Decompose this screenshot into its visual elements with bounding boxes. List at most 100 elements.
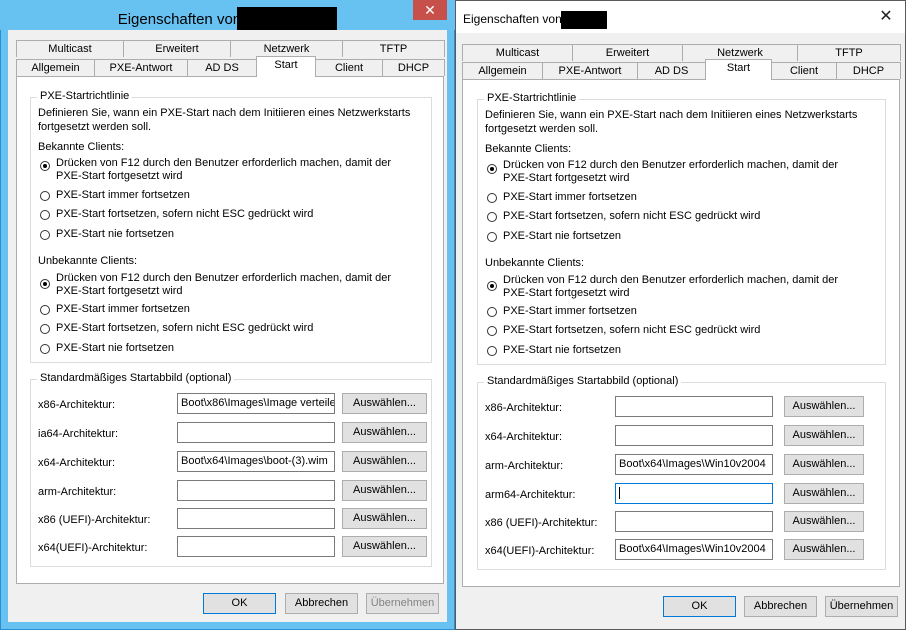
default-boot-image-group: Standardmäßiges Startabbild (optional) x…	[30, 372, 432, 567]
known-never-radio[interactable]	[487, 232, 497, 242]
tab-multicast[interactable]: Multicast	[462, 44, 573, 61]
ok-button[interactable]: OK	[663, 596, 736, 617]
unknown-esc-label[interactable]: PXE-Start fortsetzen, sofern nicht ESC g…	[503, 324, 760, 336]
cancel-button[interactable]: Abbrechen	[744, 596, 817, 617]
arch-input-x86-uefi[interactable]	[177, 508, 335, 529]
known-f12-radio[interactable]	[487, 164, 497, 174]
close-button[interactable]: ✕	[875, 7, 897, 27]
unknown-never-label[interactable]: PXE-Start nie fortsetzen	[503, 344, 621, 356]
unknown-always-radio[interactable]	[40, 305, 50, 315]
unknown-f12-label-1[interactable]: Drücken von F12 durch den Benutzer erfor…	[503, 274, 838, 286]
tab-start[interactable]: Start	[705, 59, 772, 80]
known-esc-radio[interactable]	[40, 210, 50, 220]
known-esc-label[interactable]: PXE-Start fortsetzen, sofern nicht ESC g…	[503, 210, 760, 222]
tab-dhcp[interactable]: DHCP	[836, 62, 901, 79]
select-button-x86-uefi[interactable]: Auswählen...	[342, 508, 427, 529]
arch-label-x86-uefi: x86 (UEFI)-Architektur:	[38, 514, 151, 526]
close-button[interactable]: ✕	[413, 0, 447, 20]
select-button-x86[interactable]: Auswählen...	[784, 396, 864, 417]
arch-label-x64: x64-Architektur:	[38, 457, 116, 469]
known-always-radio[interactable]	[40, 191, 50, 201]
tab-allgemein[interactable]: Allgemein	[462, 62, 543, 79]
select-button-arm[interactable]: Auswählen...	[784, 454, 864, 475]
known-f12-radio[interactable]	[40, 161, 50, 171]
unknown-f12-radio[interactable]	[40, 279, 50, 289]
known-f12-label-1[interactable]: Drücken von F12 durch den Benutzer erfor…	[503, 159, 838, 171]
arch-input-x64-uefi[interactable]	[177, 536, 335, 557]
right-dialog: Eigenschaften von ✕ Multicast Erweitert …	[455, 0, 906, 630]
group-title: Standardmäßiges Startabbild (optional)	[37, 372, 235, 384]
tab-multicast[interactable]: Multicast	[16, 40, 124, 57]
tab-pxe-antwort[interactable]: PXE-Antwort	[542, 62, 638, 79]
known-always-label[interactable]: PXE-Start immer fortsetzen	[56, 189, 190, 201]
arch-input-arm[interactable]	[177, 480, 335, 501]
arch-input-x86-uefi[interactable]	[615, 511, 773, 532]
unknown-f12-label-1[interactable]: Drücken von F12 durch den Benutzer erfor…	[56, 272, 391, 284]
title-bar[interactable]: Eigenschaften von ✕	[456, 1, 905, 33]
select-button-x86-uefi[interactable]: Auswählen...	[784, 511, 864, 532]
known-f12-label-2[interactable]: PXE-Start fortgesetzt wird	[503, 172, 630, 184]
tab-tftp[interactable]: TFTP	[797, 44, 901, 61]
arch-input-x64-uefi[interactable]: Boot\x64\Images\Win10v2004	[615, 539, 773, 560]
tab-pane-start: PXE-Startrichtlinie Definieren Sie, wann…	[462, 79, 900, 587]
unknown-always-label[interactable]: PXE-Start immer fortsetzen	[503, 305, 637, 317]
unknown-never-radio[interactable]	[40, 344, 50, 354]
tab-ad-ds[interactable]: AD DS	[187, 59, 257, 76]
unknown-never-radio[interactable]	[487, 346, 497, 356]
arch-input-x86[interactable]	[615, 396, 773, 417]
tab-netzwerk[interactable]: Netzwerk	[230, 40, 343, 57]
unknown-always-label[interactable]: PXE-Start immer fortsetzen	[56, 303, 190, 315]
unknown-esc-radio[interactable]	[487, 326, 497, 336]
tab-ad-ds[interactable]: AD DS	[637, 62, 706, 79]
known-f12-label-2[interactable]: PXE-Start fortgesetzt wird	[56, 170, 183, 182]
tab-erweitert[interactable]: Erweitert	[572, 44, 683, 61]
known-never-label[interactable]: PXE-Start nie fortsetzen	[56, 228, 174, 240]
title-bar[interactable]: Eigenschaften von ✕	[0, 0, 455, 33]
select-button-arm64[interactable]: Auswählen...	[784, 483, 864, 504]
select-button-ia64[interactable]: Auswählen...	[342, 422, 427, 443]
tab-allgemein[interactable]: Allgemein	[16, 59, 95, 76]
apply-button[interactable]: Übernehmen	[825, 596, 898, 617]
description-line-2: fortgesetzt werden soll.	[485, 123, 599, 135]
unknown-f12-label-2[interactable]: PXE-Start fortgesetzt wird	[503, 287, 630, 299]
select-button-x64[interactable]: Auswählen...	[784, 425, 864, 446]
cancel-button[interactable]: Abbrechen	[285, 593, 358, 614]
known-always-label[interactable]: PXE-Start immer fortsetzen	[503, 191, 637, 203]
tab-row-upper: Multicast Erweitert Netzwerk TFTP	[462, 44, 901, 62]
tab-tftp[interactable]: TFTP	[342, 40, 445, 57]
tab-client[interactable]: Client	[771, 62, 837, 79]
arch-input-x64[interactable]	[615, 425, 773, 446]
tab-start[interactable]: Start	[256, 56, 316, 77]
known-never-label[interactable]: PXE-Start nie fortsetzen	[503, 230, 621, 242]
arch-input-x64[interactable]: Boot\x64\Images\boot-(3).wim	[177, 451, 335, 472]
known-esc-radio[interactable]	[487, 212, 497, 222]
known-f12-label-1[interactable]: Drücken von F12 durch den Benutzer erfor…	[56, 157, 391, 169]
unknown-f12-radio[interactable]	[487, 281, 497, 291]
tab-dhcp[interactable]: DHCP	[382, 59, 445, 76]
known-never-radio[interactable]	[40, 230, 50, 240]
unknown-f12-label-2[interactable]: PXE-Start fortgesetzt wird	[56, 285, 183, 297]
arch-input-arm64[interactable]	[615, 483, 773, 504]
ok-button[interactable]: OK	[203, 593, 276, 614]
title-text: Eigenschaften von	[117, 10, 242, 28]
tab-erweitert[interactable]: Erweitert	[123, 40, 231, 57]
select-button-x64[interactable]: Auswählen...	[342, 451, 427, 472]
arch-input-x86[interactable]: Boot\x86\Images\Image verteile	[177, 393, 335, 414]
known-clients-label: Bekannte Clients:	[485, 143, 572, 155]
select-button-x86[interactable]: Auswählen...	[342, 393, 427, 414]
known-always-radio[interactable]	[487, 193, 497, 203]
unknown-esc-label[interactable]: PXE-Start fortsetzen, sofern nicht ESC g…	[56, 322, 313, 334]
select-button-arm[interactable]: Auswählen...	[342, 480, 427, 501]
apply-button[interactable]: Übernehmen	[366, 593, 439, 614]
unknown-never-label[interactable]: PXE-Start nie fortsetzen	[56, 342, 174, 354]
tab-client[interactable]: Client	[315, 59, 383, 76]
group-title: PXE-Startrichtlinie	[484, 92, 580, 104]
unknown-esc-radio[interactable]	[40, 324, 50, 334]
select-button-x64-uefi[interactable]: Auswählen...	[784, 539, 864, 560]
unknown-always-radio[interactable]	[487, 307, 497, 317]
arch-input-ia64[interactable]	[177, 422, 335, 443]
known-esc-label[interactable]: PXE-Start fortsetzen, sofern nicht ESC g…	[56, 208, 313, 220]
select-button-x64-uefi[interactable]: Auswählen...	[342, 536, 427, 557]
tab-pxe-antwort[interactable]: PXE-Antwort	[94, 59, 188, 76]
arch-input-arm[interactable]: Boot\x64\Images\Win10v2004	[615, 454, 773, 475]
